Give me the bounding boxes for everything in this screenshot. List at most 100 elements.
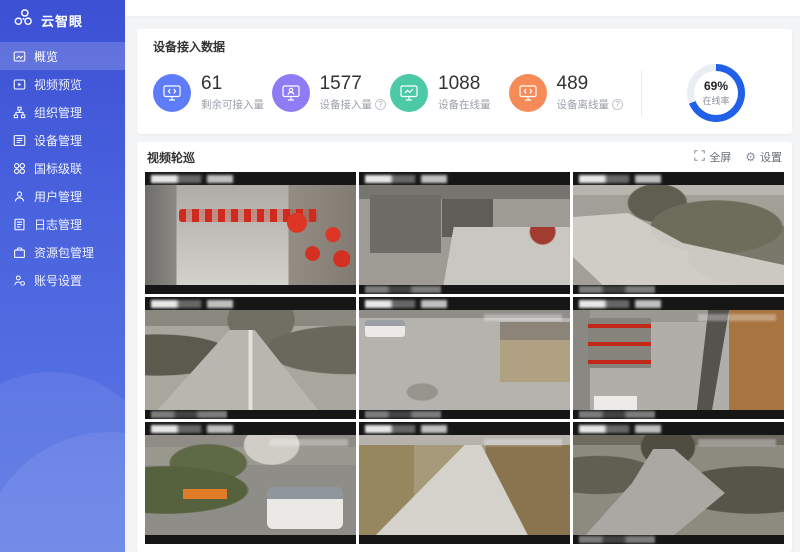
- video-cell[interactable]: [359, 297, 570, 419]
- logo-row: 云智眼: [0, 0, 125, 40]
- vertical-divider: [641, 70, 642, 116]
- monitor-offline-icon: [509, 74, 547, 112]
- overview-icon: [13, 50, 26, 63]
- video-cell[interactable]: [573, 297, 784, 419]
- stat-devices-offline: 489 设备离线量?: [509, 74, 628, 113]
- settings-label: 设置: [760, 149, 782, 165]
- stat-remaining-capacity: 61 剩余可接入量: [153, 74, 272, 113]
- video-cell[interactable]: [359, 172, 570, 294]
- video-cell[interactable]: [145, 422, 356, 544]
- bottom-overlay-blurred: [365, 286, 441, 293]
- video-actions: 全屏 ⚙ 设置: [694, 149, 782, 165]
- sidebar-item-label: 资源包管理: [34, 244, 94, 261]
- video-cell[interactable]: [145, 172, 356, 294]
- stat-label: 设备离线量: [557, 97, 610, 112]
- fullscreen-icon: [694, 150, 705, 164]
- sidebar-item-label: 国标级联: [34, 160, 82, 177]
- timestamp-overlay-blurred: [151, 425, 240, 433]
- timestamp-overlay-blurred: [365, 175, 454, 183]
- timestamp-overlay-faint: [270, 439, 348, 446]
- sidebar-item-device-management[interactable]: 设备管理: [0, 126, 125, 154]
- settings-button[interactable]: ⚙ 设置: [745, 149, 782, 165]
- cascade-grid-icon: [13, 162, 26, 175]
- video-cell[interactable]: [573, 172, 784, 294]
- camera-feed: [359, 435, 570, 535]
- device-access-stats-card: 设备接入数据 61 剩余可接入量: [137, 29, 792, 134]
- sidebar-item-video-preview[interactable]: 视频预览: [0, 70, 125, 98]
- stats-row: 61 剩余可接入量 1577 设备接入量?: [153, 64, 776, 122]
- monitor-chart-icon: [390, 74, 428, 112]
- sidebar-item-label: 用户管理: [34, 188, 82, 205]
- sidebar-item-log-management[interactable]: 日志管理: [0, 210, 125, 238]
- timestamp-overlay-blurred: [579, 175, 668, 183]
- gear-icon: ⚙: [745, 151, 756, 163]
- video-cell[interactable]: [359, 422, 570, 544]
- stats-card-title: 设备接入数据: [153, 38, 776, 55]
- video-preview-icon: [13, 78, 26, 91]
- video-card-title: 视频轮巡: [147, 149, 195, 166]
- camera-feed: [359, 310, 570, 410]
- sidebar-item-gb-cascade[interactable]: 国标级联: [0, 154, 125, 182]
- timestamp-overlay-faint: [698, 314, 776, 321]
- device-list-icon: [13, 134, 26, 147]
- timestamp-overlay-faint: [484, 314, 562, 321]
- camera-feed: [145, 185, 356, 285]
- stat-label: 剩余可接入量: [201, 97, 264, 112]
- app-window: 云智眼 概览 视频预览 组织管理 设备管理 国标级联: [0, 0, 800, 552]
- stat-device-access: 1577 设备接入量?: [272, 74, 391, 113]
- timestamp-overlay-blurred: [579, 300, 668, 308]
- stat-label: 设备接入量: [320, 97, 373, 112]
- monitor-user-icon: [272, 74, 310, 112]
- timestamp-overlay-blurred: [365, 425, 454, 433]
- timestamp-overlay-blurred: [579, 425, 668, 433]
- main-area: 设备接入数据 61 剩余可接入量: [125, 0, 800, 552]
- monitor-code-icon: [153, 74, 191, 112]
- timestamp-overlay-blurred: [151, 175, 240, 183]
- video-patrol-card: 视频轮巡 全屏 ⚙ 设置: [137, 142, 792, 552]
- sidebar-item-label: 组织管理: [34, 104, 82, 121]
- fullscreen-button[interactable]: 全屏: [694, 149, 731, 165]
- sidebar-item-label: 账号设置: [34, 272, 82, 289]
- sidebar-item-org-management[interactable]: 组织管理: [0, 98, 125, 126]
- log-document-icon: [13, 218, 26, 231]
- info-icon[interactable]: ?: [612, 99, 623, 110]
- app-title: 云智眼: [41, 11, 83, 30]
- sidebar: 云智眼 概览 视频预览 组织管理 设备管理 国标级联: [0, 0, 125, 552]
- bottom-overlay-blurred: [579, 286, 655, 293]
- timestamp-overlay-blurred: [151, 300, 240, 308]
- sidebar-item-label: 视频预览: [34, 76, 82, 93]
- sidebar-item-label: 概览: [34, 48, 58, 65]
- online-rate-label: 在线率: [702, 94, 729, 107]
- video-cell[interactable]: [145, 297, 356, 419]
- stat-devices-online: 1088 设备在线量: [390, 74, 509, 113]
- online-rate-donut: 69% 在线率: [687, 64, 745, 122]
- package-icon: [13, 246, 26, 259]
- sidebar-item-overview[interactable]: 概览: [0, 42, 125, 70]
- camera-feed: [573, 435, 784, 535]
- bottom-overlay-blurred: [365, 411, 441, 418]
- camera-feed: [359, 185, 570, 285]
- org-tree-icon: [13, 106, 26, 119]
- timestamp-overlay-blurred: [365, 300, 454, 308]
- video-grid: [145, 172, 784, 544]
- camera-feed: [145, 310, 356, 410]
- info-icon[interactable]: ?: [375, 99, 386, 110]
- bottom-overlay-blurred: [579, 411, 655, 418]
- user-icon: [13, 190, 26, 203]
- cloud-eye-logo-icon: [12, 7, 34, 34]
- online-rate-value: 69%: [704, 79, 728, 93]
- camera-feed: [573, 185, 784, 285]
- stat-value: 1088: [438, 74, 491, 95]
- camera-feed: [573, 310, 784, 410]
- online-rate-donut-hole: 69% 在线率: [694, 71, 738, 115]
- stat-value: 489: [557, 74, 624, 95]
- sidebar-item-label: 设备管理: [34, 132, 82, 149]
- sidebar-item-user-management[interactable]: 用户管理: [0, 182, 125, 210]
- video-cell[interactable]: [573, 422, 784, 544]
- sidebar-item-account-settings[interactable]: 账号设置: [0, 266, 125, 294]
- bottom-overlay-blurred: [579, 536, 655, 543]
- sidebar-item-resource-package[interactable]: 资源包管理: [0, 238, 125, 266]
- account-settings-icon: [13, 274, 26, 287]
- bottom-overlay-blurred: [151, 411, 227, 418]
- stat-value: 1577: [320, 74, 387, 95]
